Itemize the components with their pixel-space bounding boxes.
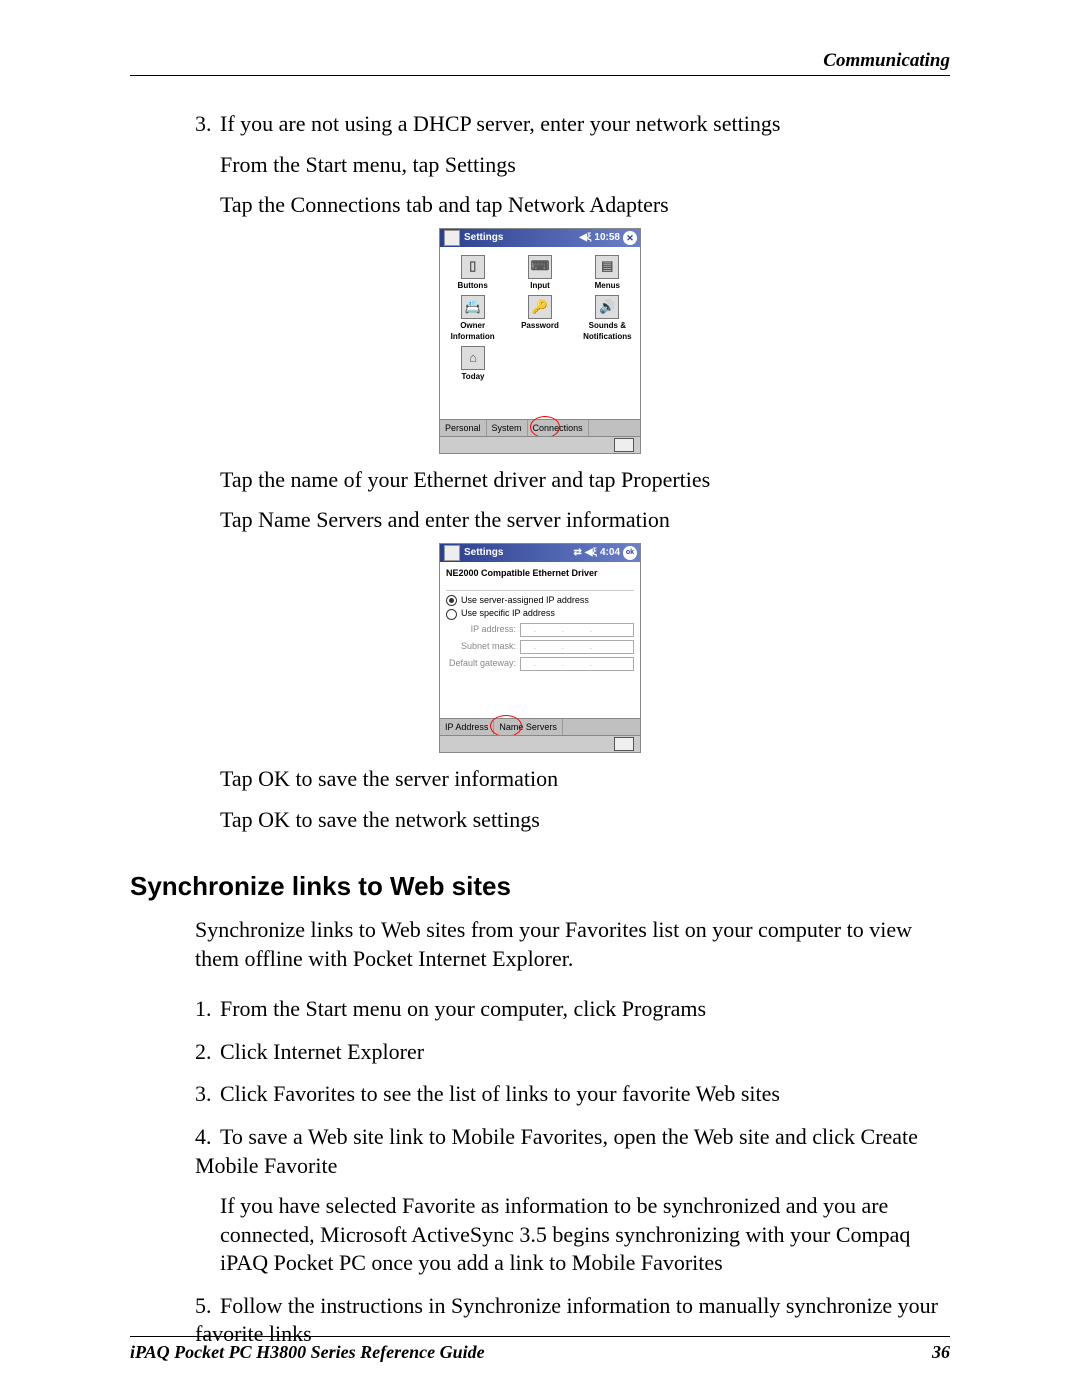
tab-system[interactable]: System	[487, 420, 528, 436]
sync-step-5: 5.Follow the instructions in Synchronize…	[195, 1292, 950, 1349]
field-label: IP address:	[446, 624, 516, 636]
icon-label: Menus	[579, 281, 636, 291]
owner-icon: 📇	[461, 295, 485, 319]
menus-icon: ▤	[595, 255, 619, 279]
tab-ip-address[interactable]: IP Address	[440, 719, 494, 735]
ip-address-input[interactable]: ...	[520, 623, 634, 637]
footer-title: iPAQ Pocket PC H3800 Series Reference Gu…	[130, 1342, 485, 1363]
sync-step-4: 4.To save a Web site link to Mobile Favo…	[195, 1123, 950, 1278]
keyboard-icon[interactable]	[614, 438, 634, 452]
settings-icon-today[interactable]: ⌂ Today	[444, 346, 502, 382]
ppc1-clock: 10:58	[594, 229, 620, 247]
figure-ip-settings: Settings ⇄ ◀ξ 4:04 ok NE2000 Compatible …	[130, 543, 950, 753]
sync-step-1: 1.From the Start menu on your computer, …	[195, 995, 950, 1024]
settings-icon-menus[interactable]: ▤ Menus	[579, 255, 636, 291]
row-gateway: Default gateway: ...	[446, 657, 634, 671]
ppc1-title: Settings	[464, 229, 503, 247]
step-number: 4.	[195, 1123, 220, 1152]
connectivity-icon: ⇄	[573, 544, 581, 562]
radio-server-assigned[interactable]: Use server-assigned IP address	[446, 595, 634, 607]
step3-sub5: Tap OK to save the server information	[220, 765, 950, 794]
highlight-circle-connections	[530, 416, 560, 438]
ppc1-tabbar: Personal System Connections	[440, 419, 640, 436]
header-section-title: Communicating	[823, 50, 950, 72]
ok-button[interactable]: ok	[623, 546, 637, 560]
sync-step-2: 2.Click Internet Explorer	[195, 1038, 950, 1067]
step-text: To save a Web site link to Mobile Favori…	[195, 1124, 918, 1178]
ppc1-titlebar: Settings ◀ξ 10:58 ✕	[440, 229, 640, 247]
driver-heading: NE2000 Compatible Ethernet Driver	[446, 568, 634, 580]
windows-logo-icon	[444, 545, 460, 561]
radio-label: Use server-assigned IP address	[461, 595, 589, 607]
icon-label: Sounds & Notifications	[579, 321, 636, 342]
settings-icon-owner[interactable]: 📇Owner Information	[444, 295, 501, 342]
ppc2-clock: 4:04	[600, 544, 620, 562]
settings-icon-buttons[interactable]: ▯ Buttons	[444, 255, 501, 291]
settings-icon-input[interactable]: ⌨ Input	[511, 255, 568, 291]
header-rule	[130, 75, 950, 76]
settings-icon-sounds[interactable]: 🔊Sounds & Notifications	[579, 295, 636, 342]
input-icon: ⌨	[528, 255, 552, 279]
icon-label: Password	[511, 321, 568, 331]
section-heading-sync: Synchronize links to Web sites	[130, 870, 950, 904]
step-text: If you are not using a DHCP server, ente…	[220, 111, 780, 136]
settings-icon-password[interactable]: 🔑 Password	[511, 295, 568, 342]
step3-sub3: Tap the name of your Ethernet driver and…	[220, 466, 950, 495]
step-text: From the Start menu on your computer, cl…	[220, 996, 706, 1021]
row-subnet: Subnet mask: ...	[446, 640, 634, 654]
page-number: 36	[932, 1342, 950, 1363]
subnet-input[interactable]: ...	[520, 640, 634, 654]
ppc2-titlebar: Settings ⇄ ◀ξ 4:04 ok	[440, 544, 640, 562]
highlight-circle-name-servers	[490, 715, 522, 737]
gateway-input[interactable]: ...	[520, 657, 634, 671]
tab-personal[interactable]: Personal	[440, 420, 487, 436]
ppc2-bottombar	[440, 735, 640, 752]
step-number: 5.	[195, 1292, 220, 1321]
radio-dot-empty-icon	[446, 609, 457, 620]
radio-label: Use specific IP address	[461, 608, 555, 620]
close-icon[interactable]: ✕	[623, 231, 637, 245]
step-text: Follow the instructions in Synchronize i…	[195, 1293, 938, 1347]
sounds-icon: 🔊	[595, 295, 619, 319]
step-number: 3.	[195, 1080, 220, 1109]
field-label: Default gateway:	[446, 658, 516, 670]
step-number: 3.	[195, 110, 220, 139]
step-number: 2.	[195, 1038, 220, 1067]
step3-sub6: Tap OK to save the network settings	[220, 806, 950, 835]
section-intro: Synchronize links to Web sites from your…	[195, 916, 950, 973]
figure-settings-grid: Settings ◀ξ 10:58 ✕ ▯ Buttons ⌨ Input ▤ Men…	[130, 228, 950, 454]
ppc1-bottombar	[440, 436, 640, 453]
footer-rule	[130, 1336, 950, 1337]
icon-label: Owner Information	[444, 321, 501, 342]
step3-sub1: From the Start menu, tap Settings	[220, 151, 950, 180]
today-icon: ⌂	[461, 346, 485, 370]
ppc2-tabbar: IP Address Name Servers	[440, 718, 640, 735]
speaker-icon: ◀ξ	[585, 544, 597, 562]
step-number: 1.	[195, 995, 220, 1024]
step-text: Click Internet Explorer	[220, 1039, 424, 1064]
password-icon: 🔑	[528, 295, 552, 319]
sync-step-3: 3.Click Favorites to see the list of lin…	[195, 1080, 950, 1109]
radio-dot-selected-icon	[446, 595, 457, 606]
step3-sub4: Tap Name Servers and enter the server in…	[220, 506, 950, 535]
speaker-icon: ◀ξ	[579, 229, 591, 247]
radio-specific-ip[interactable]: Use specific IP address	[446, 608, 634, 620]
keyboard-icon[interactable]	[614, 737, 634, 751]
step-text: Click Favorites to see the list of links…	[220, 1081, 780, 1106]
icon-label: Today	[444, 372, 502, 382]
field-label: Subnet mask:	[446, 641, 516, 653]
step-4-extra: If you have selected Favorite as informa…	[195, 1192, 950, 1278]
step3-sub2: Tap the Connections tab and tap Network …	[220, 191, 950, 220]
icon-label: Buttons	[444, 281, 501, 291]
ppc2-title: Settings	[464, 544, 503, 562]
step-3: 3.If you are not using a DHCP server, en…	[195, 110, 950, 139]
buttons-icon: ▯	[461, 255, 485, 279]
row-ip-address: IP address: ...	[446, 623, 634, 637]
icon-label: Input	[511, 281, 568, 291]
windows-logo-icon	[444, 230, 460, 246]
